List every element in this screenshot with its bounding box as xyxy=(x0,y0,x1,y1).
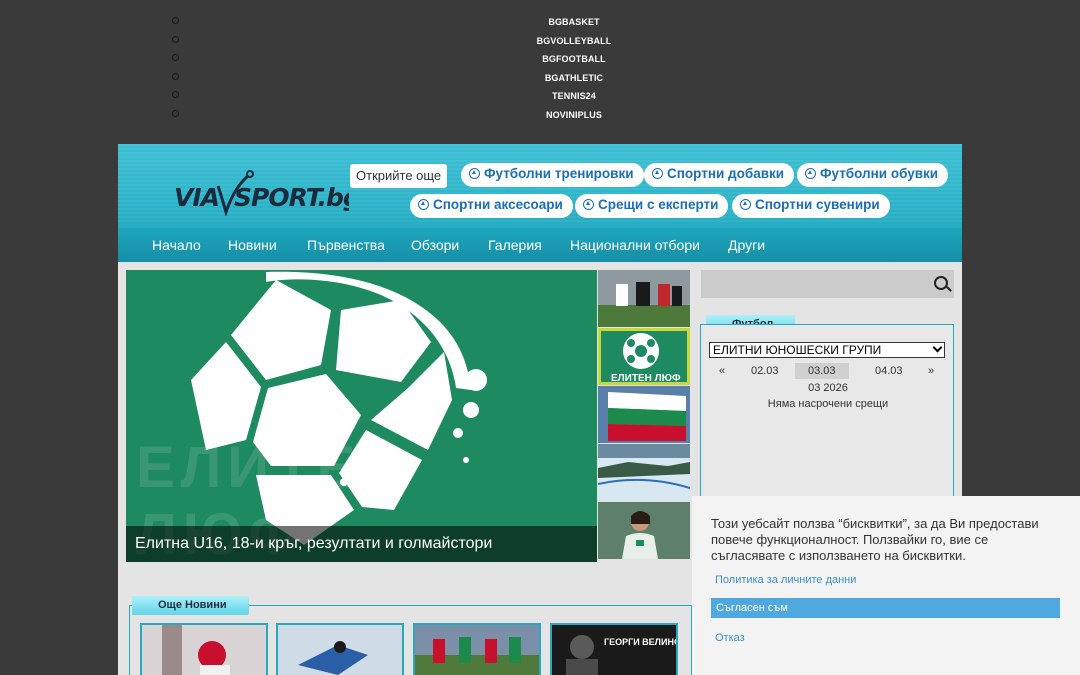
partner-link[interactable]: BGBASKET xyxy=(548,17,599,27)
partner-link[interactable]: TENNIS24 xyxy=(552,91,596,101)
pill-label: Футболни обувки xyxy=(820,166,939,181)
arrow-up-circle-icon xyxy=(740,199,751,210)
date-option[interactable]: 04.03 xyxy=(875,365,903,377)
thumb-label: ЕЛИТЕН ЛЮФ xyxy=(611,373,681,382)
athlete-photo xyxy=(598,502,690,559)
football-logo-icon: ЕЛИТЕН ЛЮФ xyxy=(611,333,681,382)
cookie-accept-button[interactable]: Съгласен съм xyxy=(711,598,1060,618)
nav-national-teams[interactable]: Национални отбори xyxy=(570,237,700,253)
no-matches-text: Няма насрочени срещи xyxy=(767,398,889,410)
thumb-flag[interactable] xyxy=(598,386,690,443)
partner-link-item[interactable]: BGATHLETIC xyxy=(0,68,1080,87)
date-option[interactable]: 02.03 xyxy=(751,365,779,377)
arrow-up-circle-icon xyxy=(418,199,429,210)
date-navigator: « 02.03 03.03 04.03 » xyxy=(709,363,945,379)
ski-photo xyxy=(598,444,690,501)
arrow-up-circle-icon xyxy=(469,168,480,179)
nav-news[interactable]: Новини xyxy=(228,237,277,253)
nav-gallery[interactable]: Галерия xyxy=(488,237,542,253)
news-thumb[interactable]: ГЕОРГИ ВЕЛИНОВ xyxy=(550,623,678,675)
privacy-policy-link[interactable]: Политика за личните данни xyxy=(715,574,856,586)
month-year: 03 2026 xyxy=(808,382,848,394)
more-news-title: Още Новини xyxy=(132,596,249,615)
thumb-ski[interactable] xyxy=(598,444,690,501)
hero-slide[interactable]: ЕЛИТЕН ЛЮФ Елитна U16, 18-и кръг, резулт… xyxy=(126,270,597,562)
news-thumb-label: ГЕОРГИ ВЕЛИНОВ xyxy=(604,637,676,647)
nav-other[interactable]: Други xyxy=(728,237,765,253)
pill-expert-meetings[interactable]: Срещи с експерти xyxy=(575,194,729,218)
pill-football-boots[interactable]: Футболни обувки xyxy=(797,163,949,187)
group-select[interactable]: ЕЛИТНИ ЮНОШЕСКИ ГРУПИ xyxy=(709,342,945,358)
pill-sport-accessories[interactable]: Спортни аксесоари xyxy=(410,194,573,218)
partner-link[interactable]: BGATHLETIC xyxy=(545,73,603,83)
partner-link-item[interactable]: NOVINIPLUS xyxy=(0,105,1080,124)
partner-link[interactable]: BGFOOTBALL xyxy=(542,54,606,64)
partner-link-item[interactable]: BGBASKET xyxy=(0,12,1080,31)
discover-label: Открийте още xyxy=(350,164,448,188)
youth-football-photo xyxy=(415,625,539,675)
partner-link-item[interactable]: BGFOOTBALL xyxy=(0,49,1080,68)
memorial-photo: ГЕОРГИ ВЕЛИНОВ xyxy=(552,625,676,675)
arrow-up-circle-icon xyxy=(805,168,816,179)
pill-sport-souvenirs[interactable]: Спортни сувенири xyxy=(732,194,890,218)
site-header: VIA SPORT.bg Открийте още Футболни трени… xyxy=(118,144,962,262)
more-news-section: ГЕОРГИ ВЕЛИНОВ xyxy=(129,605,692,675)
group-select-value: ЕЛИТНИ ЮНОШЕСКИ ГРУПИ xyxy=(713,343,882,357)
hero-caption[interactable]: Елитна U16, 18-и кръг, резултати и голма… xyxy=(135,535,492,553)
search-icon[interactable] xyxy=(934,276,948,290)
bulgarian-flag-photo xyxy=(598,386,690,443)
skier-photo xyxy=(142,625,266,675)
cookie-deny-button[interactable]: Отказ xyxy=(715,632,745,644)
pill-label: Спортни аксесоари xyxy=(433,197,563,212)
cookie-banner: Този уебсайт ползва “бисквитки”, за да В… xyxy=(692,496,1080,675)
pill-label: Спортни сувенири xyxy=(755,197,880,212)
main-nav: Начало Новини Първенства Обзори Галерия … xyxy=(118,228,962,262)
pill-label: Спортни добавки xyxy=(667,166,785,181)
pill-sport-supplements[interactable]: Спортни добавки xyxy=(644,163,795,187)
cookie-message: Този уебсайт ползва “бисквитки”, за да В… xyxy=(711,516,1039,563)
thumb-players[interactable] xyxy=(598,270,690,327)
svg-text:VIA: VIA xyxy=(174,183,219,212)
thumb-athlete[interactable] xyxy=(598,502,690,559)
partner-link-item[interactable]: BGVOLLEYBALL xyxy=(0,31,1080,50)
pill-label: Срещи с експерти xyxy=(598,197,719,212)
snowboard-photo xyxy=(278,625,402,675)
slider-thumbnails: ЕЛИТЕН ЛЮФ xyxy=(598,270,690,560)
next-date-button[interactable]: » xyxy=(928,365,934,377)
logo-graphic: VIA SPORT.bg xyxy=(174,170,349,216)
svg-text:SPORT.bg: SPORT.bg xyxy=(234,183,349,212)
pill-football-training[interactable]: Футболни тренировки xyxy=(461,163,644,187)
pill-label: Футболни тренировки xyxy=(484,166,634,181)
search-input[interactable] xyxy=(701,270,954,298)
partner-link[interactable]: BGVOLLEYBALL xyxy=(537,36,612,46)
arrow-up-circle-icon xyxy=(583,199,594,210)
partner-link[interactable]: NOVINIPLUS xyxy=(546,110,602,120)
news-thumb[interactable] xyxy=(140,623,268,675)
news-thumb[interactable] xyxy=(413,623,541,675)
thumb-elite-league[interactable]: ЕЛИТЕН ЛЮФ xyxy=(598,328,690,385)
news-thumb[interactable] xyxy=(276,623,404,675)
partner-link-item[interactable]: TENNIS24 xyxy=(0,86,1080,105)
players-photo xyxy=(598,270,690,327)
date-option-current[interactable]: 03.03 xyxy=(795,363,849,379)
site-logo[interactable]: VIA SPORT.bg xyxy=(136,168,349,216)
prev-date-button[interactable]: « xyxy=(719,365,725,377)
hero-caption-bar: Елитна U16, 18-и кръг, резултати и голма… xyxy=(126,526,597,562)
arrow-up-circle-icon xyxy=(652,168,663,179)
nav-home[interactable]: Начало xyxy=(152,237,201,253)
chevron-down-icon xyxy=(932,342,943,353)
nav-reviews[interactable]: Обзори xyxy=(411,237,459,253)
football-widget: ЕЛИТНИ ЮНОШЕСКИ ГРУПИ « 02.03 03.03 04.0… xyxy=(700,324,954,524)
nav-championships[interactable]: Първенства xyxy=(307,237,385,253)
partner-sites-list: BGBASKET BGVOLLEYBALL BGFOOTBALL BGATHLE… xyxy=(0,12,1080,124)
